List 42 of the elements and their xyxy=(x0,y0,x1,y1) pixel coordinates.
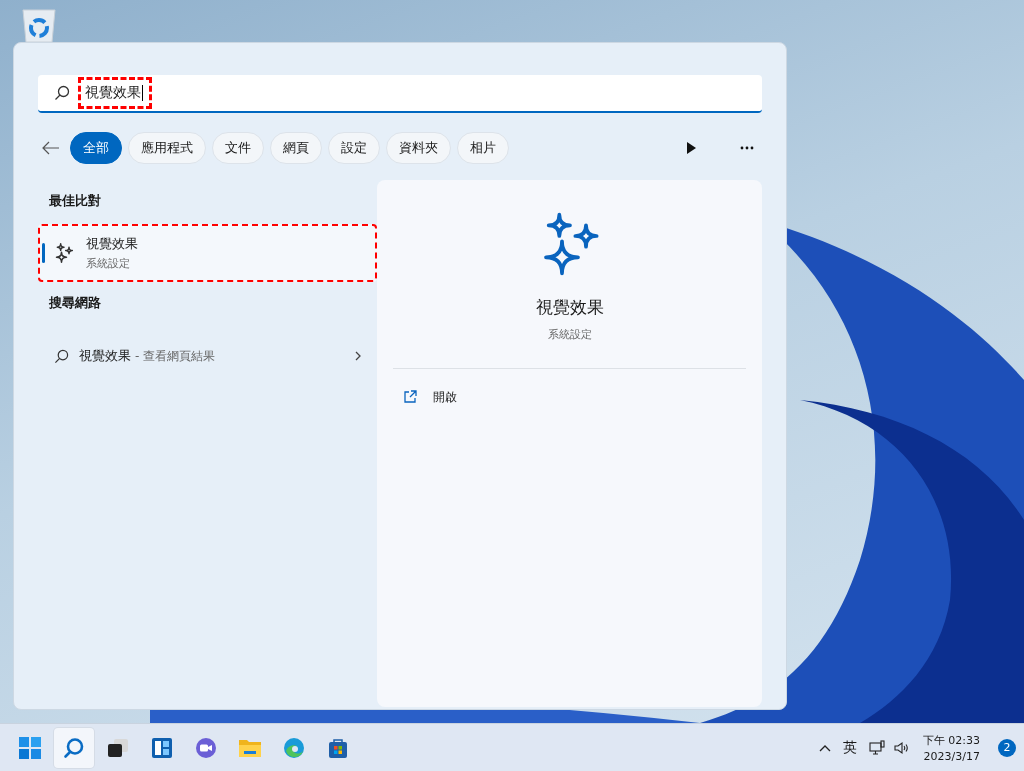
network-icon[interactable] xyxy=(868,739,885,756)
store-icon xyxy=(327,736,349,759)
filter-tab[interactable]: 網頁 xyxy=(270,132,322,164)
sparkle-icon xyxy=(54,243,74,263)
search-value: 視覺效果 xyxy=(78,77,152,109)
filter-tab[interactable]: 文件 xyxy=(212,132,264,164)
web-query: 視覺效果 xyxy=(79,347,131,365)
search-icon xyxy=(54,348,69,364)
result-title: 視覺效果 xyxy=(86,235,138,253)
search-icon xyxy=(54,85,70,101)
web-suffix: - 查看網頁結果 xyxy=(135,347,216,365)
selection-indicator xyxy=(42,243,45,263)
browser-icon xyxy=(283,736,305,759)
back-arrow-icon[interactable] xyxy=(42,141,60,155)
play-icon[interactable] xyxy=(686,142,696,154)
detail-title: 視覺效果 xyxy=(535,296,604,319)
section-heading: 搜尋網路 xyxy=(49,294,102,312)
detail-subtitle: 系統設定 xyxy=(547,327,592,342)
search-icon xyxy=(63,736,85,759)
result-subtitle: 系統設定 xyxy=(86,256,131,271)
chevron-up-icon[interactable] xyxy=(818,743,831,752)
notification-badge[interactable]: 2 xyxy=(998,738,1016,757)
input-method-indicator[interactable]: 英 xyxy=(838,738,861,757)
best-match-item[interactable]: 視覺效果 系統設定 xyxy=(38,224,377,282)
windows-logo-icon xyxy=(19,736,41,759)
more-icon[interactable] xyxy=(740,146,754,150)
web-result-item[interactable]: 視覺效果 - 查看網頁結果 xyxy=(38,336,377,376)
search-field[interactable]: 視覺效果 xyxy=(38,75,762,113)
clock[interactable]: 下午 02:33 2023/3/17 xyxy=(916,732,986,763)
filter-tab[interactable]: 設定 xyxy=(328,132,380,164)
filter-tab[interactable]: 資料夾 xyxy=(386,132,451,164)
filter-tab[interactable]: 相片 xyxy=(457,132,509,164)
section-heading: 最佳比對 xyxy=(49,192,102,210)
open-action[interactable]: 開啟 xyxy=(385,379,754,415)
open-external-icon xyxy=(403,390,417,404)
speaker-icon[interactable] xyxy=(892,739,909,756)
filter-tab[interactable]: 應用程式 xyxy=(128,132,206,164)
filter-tab[interactable]: 全部 xyxy=(70,132,122,164)
widgets-icon xyxy=(151,736,173,759)
task-view-icon xyxy=(107,736,129,759)
video-chat-icon xyxy=(195,736,217,759)
chevron-right-icon xyxy=(355,351,361,361)
